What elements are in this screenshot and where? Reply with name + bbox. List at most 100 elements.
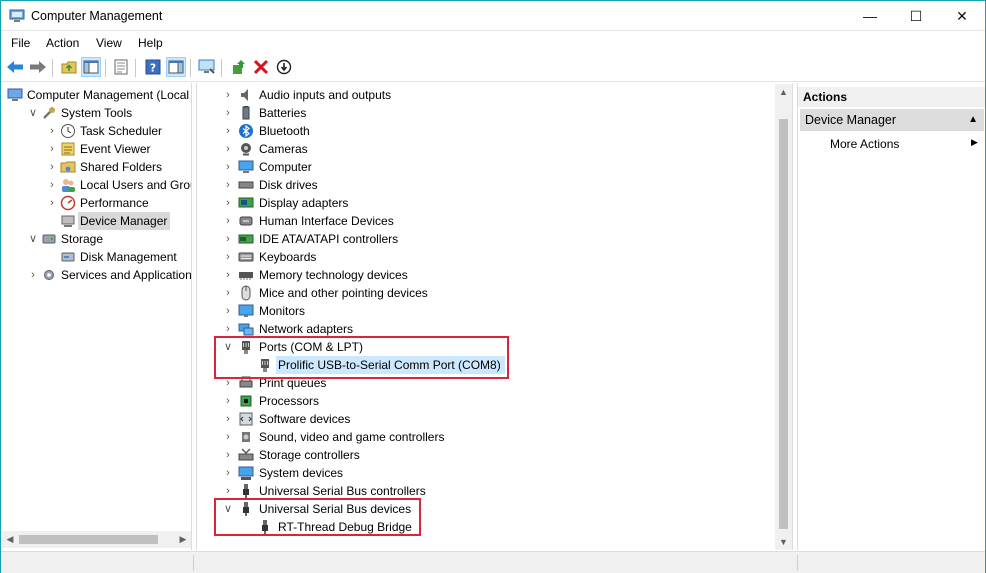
disable-device-icon[interactable] — [274, 57, 294, 77]
tree-item-shared-folders[interactable]: › Shared Folders — [2, 158, 191, 176]
tree-item-task-scheduler[interactable]: › Task Scheduler — [2, 122, 191, 140]
up-folder-icon[interactable] — [59, 57, 79, 77]
tree-item-performance[interactable]: › Performance — [2, 194, 191, 212]
tree-item-computer-management-local[interactable]: Computer Management (Local — [2, 86, 191, 104]
scroll-up-arrow-icon[interactable]: ▲ — [775, 84, 792, 100]
device-category[interactable]: › Sound, video and game controllers — [197, 428, 775, 446]
expand-chevron-icon[interactable]: › — [222, 194, 234, 212]
expand-chevron-icon[interactable]: › — [222, 428, 234, 446]
menu-help[interactable]: Help — [138, 36, 163, 50]
tree-item-label: Disk Management — [80, 250, 177, 264]
close-button[interactable]: ✕ — [939, 1, 985, 31]
expand-chevron-icon[interactable]: › — [222, 176, 234, 194]
device-category[interactable]: › IDE ATA/ATAPI controllers — [197, 230, 775, 248]
device-category[interactable]: › Display adapters — [197, 194, 775, 212]
device-category[interactable]: › Processors — [197, 392, 775, 410]
expand-chevron-icon[interactable]: › — [222, 284, 234, 302]
back-arrow-icon[interactable] — [5, 57, 25, 77]
expand-chevron-icon[interactable]: › — [46, 122, 58, 140]
show-action-pane-icon[interactable] — [166, 57, 186, 77]
show-hide-console-tree-icon[interactable] — [81, 57, 101, 77]
update-driver-icon[interactable] — [229, 57, 249, 77]
left-horizontal-scrollbar[interactable]: ◀ ▶ — [2, 531, 191, 548]
device-category[interactable]: › Mice and other pointing devices — [197, 284, 775, 302]
device-category[interactable]: › Disk drives — [197, 176, 775, 194]
forward-arrow-icon[interactable] — [28, 57, 48, 77]
tree-item-device-manager[interactable]: Device Manager — [2, 212, 191, 230]
expand-chevron-icon[interactable]: › — [46, 140, 58, 158]
properties-icon[interactable] — [111, 57, 131, 77]
menu-file[interactable]: File — [11, 36, 30, 50]
expand-chevron-icon[interactable]: › — [27, 266, 39, 284]
expand-chevron-icon[interactable]: › — [222, 266, 234, 284]
device-label: Software devices — [259, 412, 351, 426]
expand-chevron-icon[interactable]: › — [46, 194, 58, 212]
expand-chevron-icon[interactable]: › — [222, 410, 234, 428]
expand-chevron-icon[interactable]: › — [222, 248, 234, 266]
expand-chevron-icon[interactable]: › — [46, 158, 58, 176]
device-category[interactable]: › Audio inputs and outputs — [197, 86, 775, 104]
audio-icon — [238, 87, 254, 103]
menu-action[interactable]: Action — [46, 36, 79, 50]
scroll-left-arrow-icon[interactable]: ◀ — [2, 531, 18, 548]
scan-hardware-icon[interactable] — [197, 57, 217, 77]
collapse-chevron-icon[interactable]: ∨ — [27, 230, 39, 248]
device-category[interactable]: › Cameras — [197, 140, 775, 158]
device-category[interactable]: › Memory technology devices — [197, 266, 775, 284]
collapse-caret-icon[interactable]: ▲ — [968, 109, 978, 131]
scrollbar-thumb[interactable] — [779, 119, 788, 529]
expand-chevron-icon[interactable]: › — [222, 392, 234, 410]
device-label: Batteries — [259, 106, 307, 120]
expand-chevron-icon[interactable]: › — [222, 446, 234, 464]
maximize-button[interactable]: ☐ — [893, 1, 939, 31]
scroll-down-arrow-icon[interactable]: ▼ — [775, 534, 792, 550]
tree-item-label: Computer Management (Local — [27, 88, 190, 102]
device-category[interactable]: › Bluetooth — [197, 122, 775, 140]
actions-pane: Actions Device Manager ▲ More Actions ▶ — [797, 83, 985, 550]
device-category[interactable]: › Storage controllers — [197, 446, 775, 464]
device-category[interactable]: › Keyboards — [197, 248, 775, 266]
expand-chevron-icon[interactable]: › — [222, 212, 234, 230]
services-icon — [41, 267, 57, 283]
tree-item-label: Event Viewer — [80, 142, 151, 156]
display-adapter-icon — [238, 195, 254, 211]
device-label: Human Interface Devices — [259, 214, 394, 228]
menu-view[interactable]: View — [96, 36, 122, 50]
device-category[interactable]: › Computer — [197, 158, 775, 176]
expand-chevron-icon[interactable]: › — [222, 158, 234, 176]
minimize-button[interactable]: — — [847, 1, 893, 31]
device-category[interactable]: › Software devices — [197, 410, 775, 428]
tree-item-event-viewer[interactable]: › Event Viewer — [2, 140, 191, 158]
tree-item-label: Device Manager — [78, 212, 171, 230]
collapse-chevron-icon[interactable]: ∨ — [27, 104, 39, 122]
help-icon[interactable]: ? — [143, 57, 163, 77]
expand-chevron-icon[interactable]: › — [222, 302, 234, 320]
tree-item-local-users-and-groups[interactable]: › Local Users and Groups — [2, 176, 191, 194]
device-category[interactable]: › Monitors — [197, 302, 775, 320]
status-bar-divider — [797, 555, 798, 571]
device-label: Monitors — [259, 304, 306, 318]
scroll-right-arrow-icon[interactable]: ▶ — [175, 531, 191, 548]
actions-section-label: Device Manager — [805, 113, 897, 127]
tree-item-services-and-applications[interactable]: › Services and Applications — [2, 266, 191, 284]
tree-item-storage[interactable]: ∨ Storage — [2, 230, 191, 248]
device-category[interactable]: › Batteries — [197, 104, 775, 122]
expand-chevron-icon[interactable]: › — [222, 104, 234, 122]
more-actions-item[interactable]: More Actions — [830, 137, 899, 151]
device-vertical-scrollbar[interactable]: ▲ ▼ — [775, 84, 792, 550]
submenu-arrow-icon[interactable]: ▶ — [971, 137, 978, 148]
expand-chevron-icon[interactable]: › — [222, 464, 234, 482]
expand-chevron-icon[interactable]: › — [222, 140, 234, 158]
expand-chevron-icon[interactable]: › — [222, 122, 234, 140]
expand-chevron-icon[interactable]: › — [46, 176, 58, 194]
actions-section-device-manager[interactable]: Device Manager ▲ — [800, 109, 984, 131]
device-category[interactable]: › System devices — [197, 464, 775, 482]
expand-chevron-icon[interactable]: › — [222, 86, 234, 104]
tree-item-system-tools[interactable]: ∨ System Tools — [2, 104, 191, 122]
storage-icon — [41, 231, 57, 247]
scrollbar-thumb[interactable] — [19, 535, 158, 544]
uninstall-device-icon[interactable] — [251, 57, 271, 77]
expand-chevron-icon[interactable]: › — [222, 230, 234, 248]
tree-item-disk-management[interactable]: Disk Management — [2, 248, 191, 266]
device-category[interactable]: › Human Interface Devices — [197, 212, 775, 230]
